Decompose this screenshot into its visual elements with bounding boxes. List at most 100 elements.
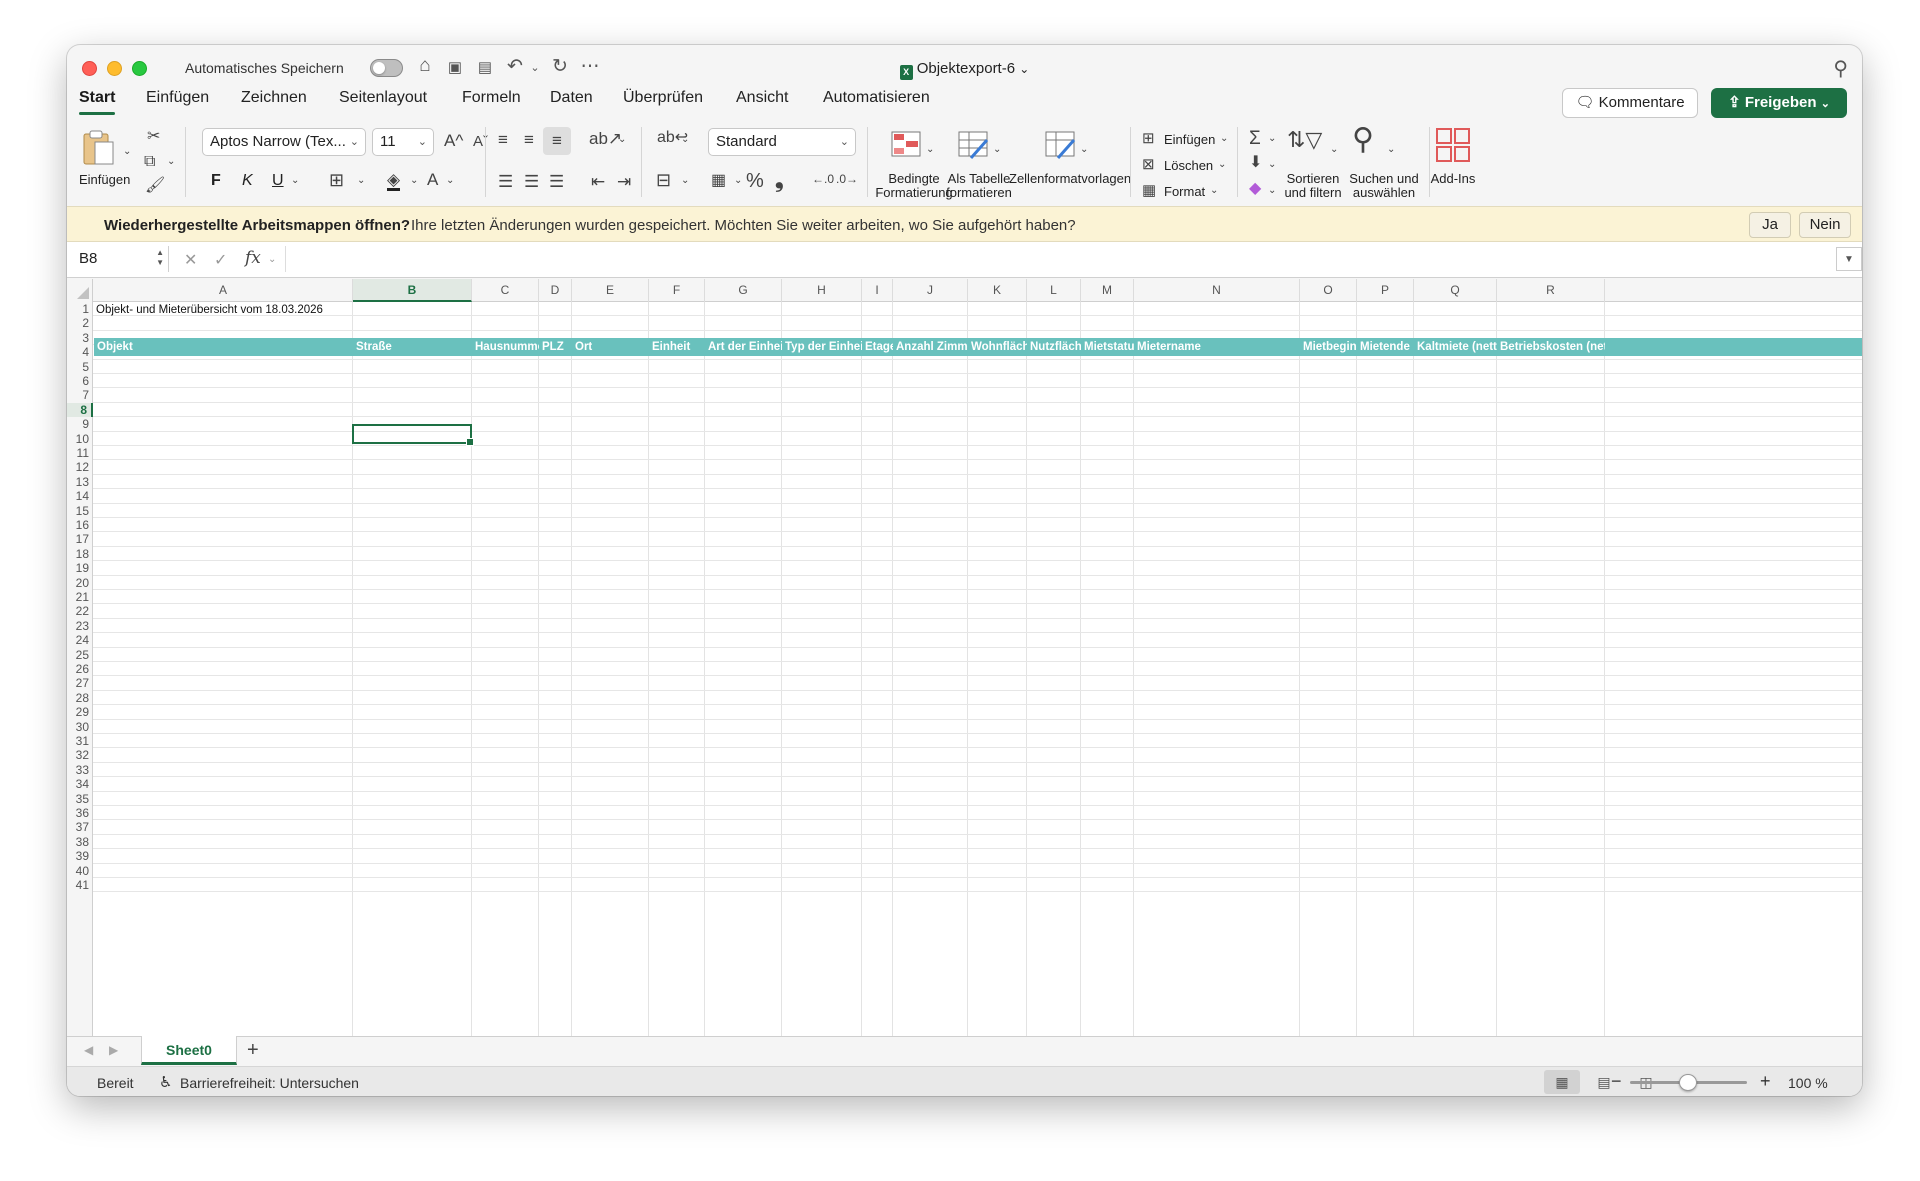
orientation-dropdown-chevron-icon[interactable]: ⌄ [618, 135, 626, 145]
row-header-24[interactable]: 24 [67, 633, 93, 647]
tab-ansicht[interactable]: Ansicht [736, 89, 788, 107]
row-header-14[interactable]: 14 [67, 489, 93, 503]
title-cell-a1[interactable]: Objekt- und Mieterübersicht vom 18.03.20… [96, 302, 323, 319]
font-size-dropdown[interactable]: 11 ⌄ [372, 128, 434, 156]
table-header-cell[interactable]: Mietername [1134, 338, 1300, 356]
row-header-37[interactable]: 37 [67, 820, 93, 834]
row-header-13[interactable]: 13 [67, 475, 93, 489]
addins-label[interactable]: Add-Ins [1423, 172, 1483, 186]
row-header-7[interactable]: 7 [67, 388, 93, 402]
column-header-m[interactable]: M [1081, 279, 1134, 302]
cell-styles-label[interactable]: Zellenformatvorlagen [1009, 172, 1131, 186]
column-header-q[interactable]: Q [1414, 279, 1497, 302]
grow-font-icon[interactable]: A^ [444, 132, 463, 149]
row-header-9[interactable]: 9 [67, 417, 93, 431]
table-header-cell[interactable]: Einheit [649, 338, 705, 356]
delete-cells-chevron-icon[interactable]: ⌄ [1218, 160, 1226, 170]
row-header-21[interactable]: 21 [67, 590, 93, 604]
insert-cells-icon[interactable]: ⊞ [1142, 131, 1155, 146]
underline-button[interactable]: U [272, 173, 284, 189]
table-header-cell[interactable]: Ort [572, 338, 649, 356]
accounting-dropdown-chevron-icon[interactable]: ⌄ [734, 176, 742, 186]
row-header-39[interactable]: 39 [67, 849, 93, 863]
table-header-cell[interactable]: Hausnummer [472, 338, 539, 356]
row-header-3[interactable]: 3 [67, 331, 93, 345]
table-header-cell[interactable]: PLZ [539, 338, 572, 356]
row-header-16[interactable]: 16 [67, 518, 93, 532]
paste-dropdown-chevron-icon[interactable]: ⌄ [123, 147, 131, 157]
tab-einfuegen[interactable]: Einfügen [146, 89, 209, 107]
row-header-29[interactable]: 29 [67, 705, 93, 719]
table-header-cell[interactable]: Wohnfläche [968, 338, 1027, 356]
tab-daten[interactable]: Daten [550, 89, 593, 107]
format-cells-label[interactable]: Format [1164, 185, 1205, 198]
table-header-cell[interactable]: Nutzfläche [1027, 338, 1081, 356]
wrap-text-dropdown-chevron-icon[interactable]: ⌄ [681, 135, 689, 145]
delete-cells-icon[interactable]: ⊠ [1142, 157, 1155, 172]
thousands-separator-button[interactable]: ❟ [775, 169, 784, 191]
row-header-4[interactable]: 4 [67, 345, 93, 359]
infobar-yes-button[interactable]: Ja [1749, 212, 1791, 238]
copy-icon[interactable]: ⧉ [144, 154, 155, 170]
row-header-12[interactable]: 12 [67, 460, 93, 474]
column-header-e[interactable]: E [572, 279, 649, 302]
table-header-cell[interactable]: Betriebskosten (netto) [1497, 338, 1605, 356]
font-color-dropdown-chevron-icon[interactable]: ⌄ [446, 176, 454, 186]
document-title[interactable]: X Objektexport-6 ⌄ [67, 60, 1862, 80]
column-header-j[interactable]: J [893, 279, 968, 302]
addins-icon[interactable] [1435, 127, 1471, 163]
tab-start[interactable]: Start [79, 89, 116, 115]
find-select-icon[interactable]: ⚲ [1352, 125, 1374, 155]
align-middle-icon[interactable]: ≡ [524, 131, 534, 148]
autosum-chevron-icon[interactable]: ⌄ [1268, 134, 1276, 144]
row-header-34[interactable]: 34 [67, 777, 93, 791]
column-header-c[interactable]: C [472, 279, 539, 302]
row-header-15[interactable]: 15 [67, 504, 93, 518]
sheet-tab-sheet0[interactable]: Sheet0 [141, 1036, 237, 1065]
cell-styles-chevron-icon[interactable]: ⌄ [1080, 145, 1088, 155]
cancel-formula-icon[interactable]: ✕ [184, 250, 197, 270]
row-header-8[interactable]: 8 [67, 402, 93, 418]
format-cells-chevron-icon[interactable]: ⌄ [1210, 186, 1218, 196]
zoom-in-icon[interactable]: + [1760, 1071, 1771, 1092]
column-header-i[interactable]: I [862, 279, 893, 302]
row-header-11[interactable]: 11 [67, 446, 93, 460]
row-header-28[interactable]: 28 [67, 691, 93, 705]
accessibility-icon[interactable]: ♿︎ [159, 1073, 172, 1091]
sort-filter-chevron-icon[interactable]: ⌄ [1330, 145, 1338, 155]
row-header-6[interactable]: 6 [67, 374, 93, 388]
paste-icon[interactable] [81, 128, 117, 168]
paste-label[interactable]: Einfügen [79, 173, 130, 187]
clear-icon[interactable]: ◆ [1249, 181, 1261, 197]
table-header-cell[interactable]: Anzahl Zimmer [893, 338, 968, 356]
insert-cells-chevron-icon[interactable]: ⌄ [1220, 134, 1228, 144]
table-header-cell[interactable]: Art der Einheit [705, 338, 782, 356]
format-as-table-icon[interactable] [957, 128, 991, 162]
increase-indent-icon[interactable]: ⇥ [617, 173, 631, 190]
normal-view-icon[interactable]: ▦ [1544, 1070, 1580, 1094]
accounting-format-icon[interactable]: ▦ [711, 173, 726, 189]
row-header-10[interactable]: 10 [67, 432, 93, 446]
column-header-h[interactable]: H [782, 279, 862, 302]
formula-input[interactable] [285, 246, 1830, 272]
row-header-26[interactable]: 26 [67, 662, 93, 676]
tab-formeln[interactable]: Formeln [462, 89, 521, 107]
expand-formula-bar-icon[interactable]: ▼ [1836, 247, 1862, 271]
table-header-cell[interactable]: Typ der Einheit [782, 338, 862, 356]
find-select-chevron-icon[interactable]: ⌄ [1387, 145, 1395, 155]
cell-styles-icon[interactable] [1044, 128, 1078, 162]
fill-chevron-icon[interactable]: ⌄ [1268, 160, 1276, 170]
format-as-table-label[interactable]: Als Tabelle formatieren [943, 172, 1015, 200]
comments-button[interactable]: 🗨︎ Kommentare [1562, 88, 1698, 118]
tab-zeichnen[interactable]: Zeichnen [241, 89, 307, 107]
row-header-31[interactable]: 31 [67, 734, 93, 748]
fill-color-icon[interactable]: ◈ [387, 171, 401, 191]
zoom-level[interactable]: 100 % [1788, 1075, 1828, 1091]
row-header-30[interactable]: 30 [67, 720, 93, 734]
column-header-a[interactable]: A [94, 279, 353, 302]
row-header-20[interactable]: 20 [67, 576, 93, 590]
tab-ueberpruefen[interactable]: Überprüfen [623, 89, 703, 107]
sort-filter-label[interactable]: Sortieren und filtern [1280, 172, 1346, 200]
accessibility-status[interactable]: Barrierefreiheit: Untersuchen [180, 1075, 359, 1091]
align-bottom-icon[interactable]: ≡ [543, 127, 571, 155]
